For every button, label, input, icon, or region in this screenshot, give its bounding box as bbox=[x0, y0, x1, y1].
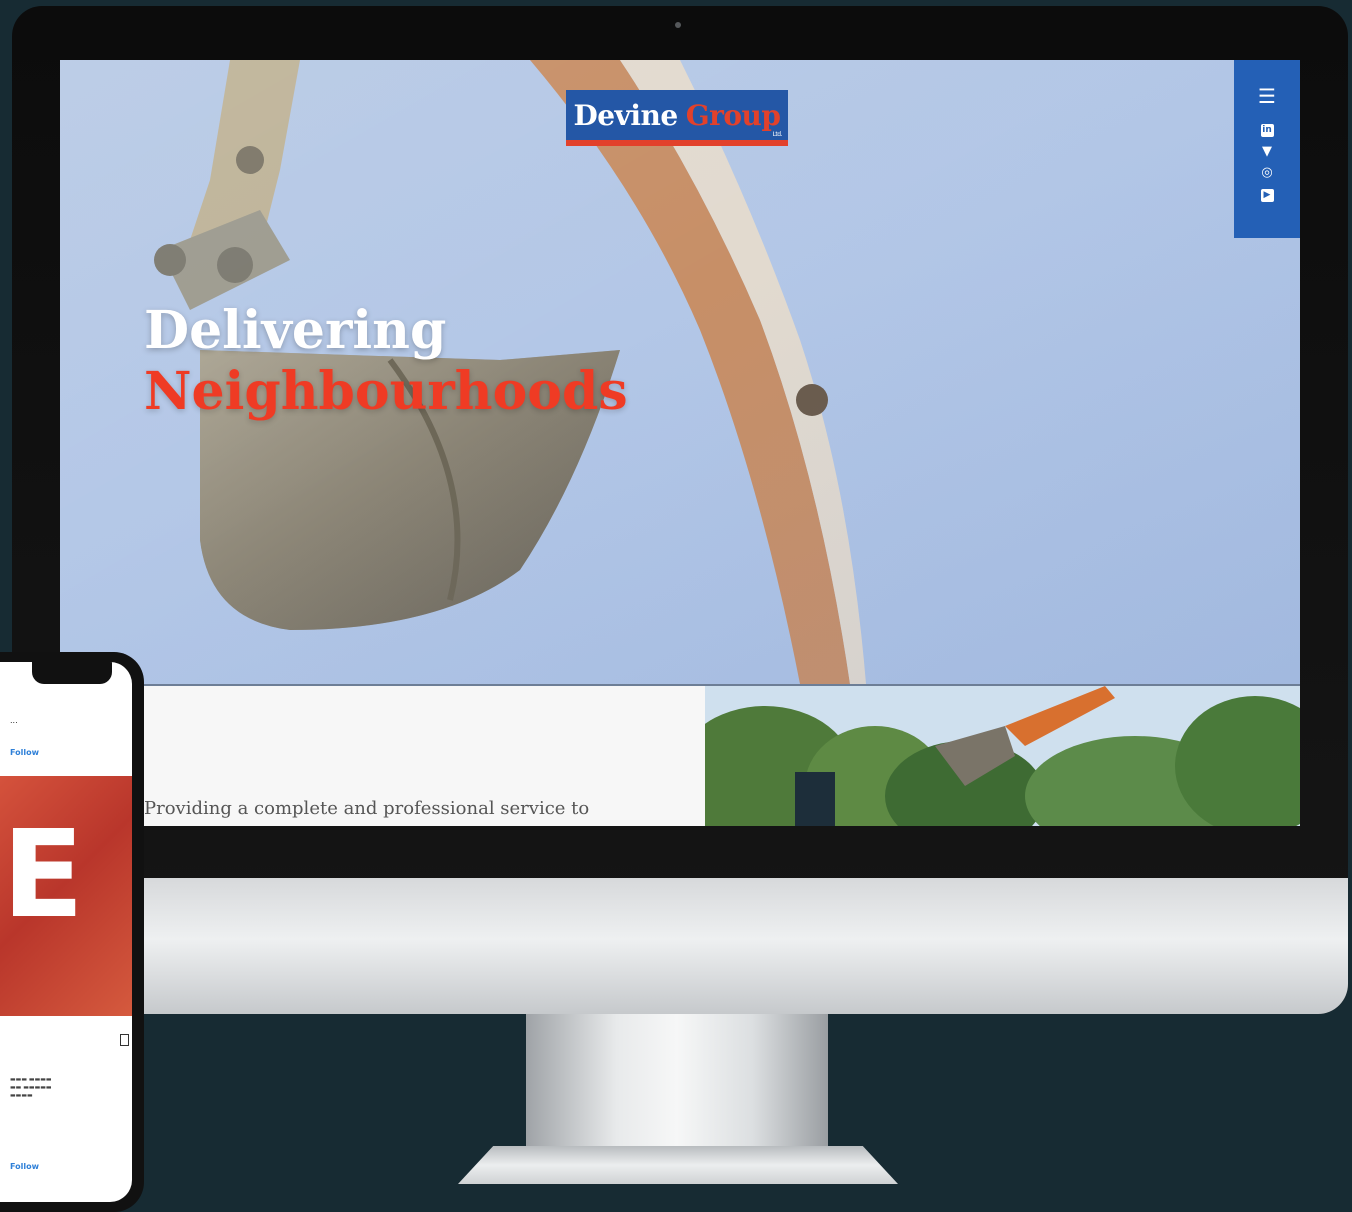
intro-text: Providing a complete and professional se… bbox=[144, 798, 590, 819]
website-screen: Devine Group Ltd. Delivering Neighbourho… bbox=[60, 60, 1300, 826]
trees-photo bbox=[705, 686, 1300, 826]
logo-word-group: Group bbox=[685, 98, 781, 132]
issuu-icon[interactable]: ◎ bbox=[1257, 166, 1277, 179]
phone-notch bbox=[32, 662, 112, 684]
hero-section: Devine Group Ltd. Delivering Neighbourho… bbox=[60, 60, 1300, 684]
headline-line-1: Delivering bbox=[144, 300, 447, 361]
imac-monitor: Devine Group Ltd. Delivering Neighbourho… bbox=[12, 6, 1348, 1014]
follow-button[interactable]: Follow bbox=[10, 748, 39, 757]
devine-group-logo[interactable]: Devine Group Ltd. bbox=[566, 90, 788, 146]
phone-header-label: ... bbox=[10, 716, 18, 725]
menu-icon[interactable]: ☰ bbox=[1257, 86, 1277, 106]
phone-header: ... bbox=[10, 716, 18, 725]
headline-line-2: Neighbourhoods bbox=[144, 361, 628, 423]
logo-tagline: Ltd. bbox=[772, 131, 783, 138]
phone-account-row: Follow bbox=[10, 748, 39, 757]
logo-word-devine: Devine bbox=[573, 98, 679, 132]
social-sidebar: ☰ in ▼ ◎ ▶ bbox=[1234, 60, 1300, 238]
phone-mockup: ... Follow E ▬▬▬ ▬▬▬▬ ▬▬ ▬▬▬▬▬ ▬▬▬▬ Follow bbox=[0, 652, 144, 1212]
trees-photo-art bbox=[705, 686, 1300, 826]
bookmark-icon[interactable] bbox=[120, 1034, 129, 1046]
follow-button-2[interactable]: Follow bbox=[10, 1162, 39, 1171]
monitor-stand bbox=[526, 1014, 828, 1154]
post-caption: ▬▬▬ ▬▬▬▬ ▬▬ ▬▬▬▬▬ ▬▬▬▬ bbox=[10, 1076, 52, 1100]
linkedin-icon[interactable]: in bbox=[1257, 122, 1277, 137]
post-graphic: E bbox=[2, 806, 84, 945]
phone-account-row-2: Follow bbox=[10, 1162, 39, 1171]
twitter-icon[interactable]: ▼ bbox=[1257, 145, 1277, 158]
hero-headline: Delivering Neighbourhoods bbox=[144, 300, 628, 423]
camera-dot bbox=[675, 22, 681, 28]
monitor-chin bbox=[12, 878, 1348, 1014]
monitor-stand-base bbox=[458, 1146, 898, 1184]
phone-screen: ... Follow E ▬▬▬ ▬▬▬▬ ▬▬ ▬▬▬▬▬ ▬▬▬▬ Follow bbox=[0, 662, 132, 1202]
youtube-icon[interactable]: ▶ bbox=[1257, 187, 1277, 202]
intro-section: Providing a complete and professional se… bbox=[60, 686, 705, 826]
phone-post-image: E bbox=[0, 776, 132, 1016]
